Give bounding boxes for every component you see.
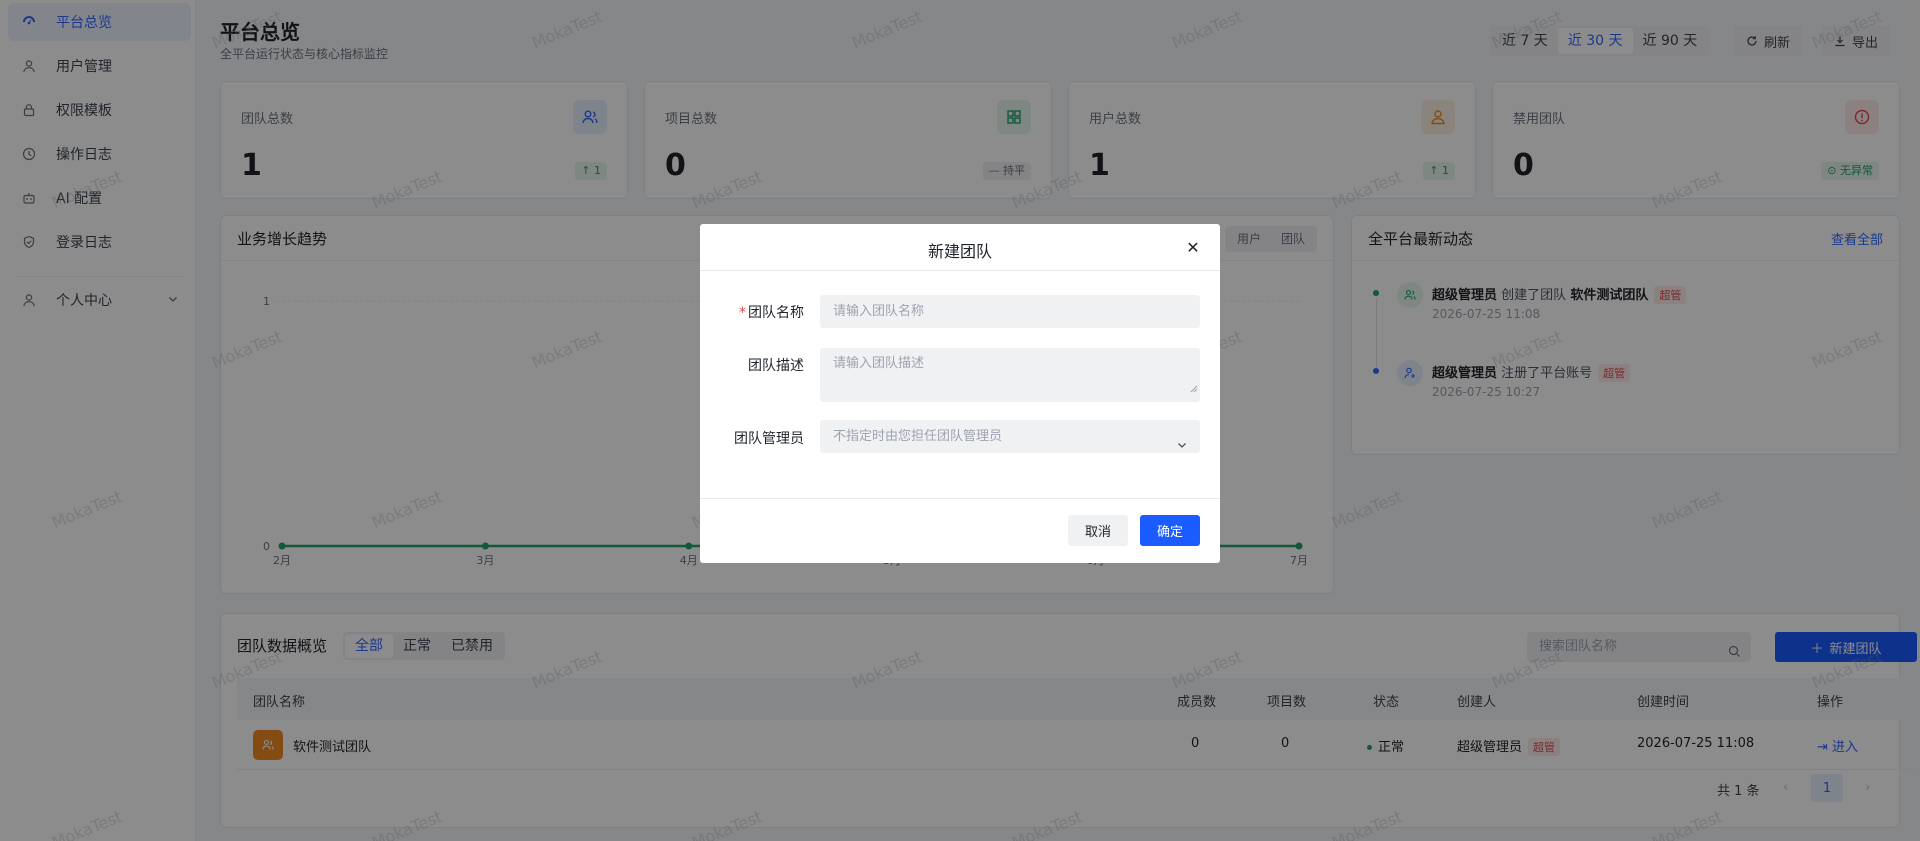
- new-team-dialog: 新建团队 ✕ * 团队名称 请输入团队名称 团队描述 请输入团队描述 团队管理员 …: [700, 224, 1220, 563]
- label-text: 团队名称: [748, 305, 804, 321]
- dialog-title: 新建团队: [927, 242, 992, 261]
- team-description-textarea[interactable]: 请输入团队描述: [820, 348, 1200, 402]
- divider: [700, 270, 1220, 271]
- team-admin-label: 团队管理员: [734, 431, 804, 447]
- team-admin-select[interactable]: 不指定时由您担任团队管理员: [820, 420, 1200, 453]
- chevron-down-icon: [1176, 431, 1188, 464]
- team-name-input[interactable]: 请输入团队名称: [820, 295, 1200, 328]
- required-mark: *: [739, 305, 746, 321]
- team-description-label: 团队描述: [748, 358, 804, 374]
- select-placeholder: 不指定时由您担任团队管理员: [833, 429, 1003, 444]
- confirm-button[interactable]: 确定: [1140, 515, 1200, 546]
- cancel-button[interactable]: 取消: [1068, 515, 1128, 546]
- close-icon[interactable]: ✕: [1184, 238, 1202, 257]
- input-placeholder: 请输入团队描述: [833, 356, 925, 371]
- resize-handle-icon[interactable]: [1190, 380, 1198, 400]
- input-placeholder: 请输入团队名称: [833, 304, 925, 319]
- divider: [700, 498, 1220, 499]
- team-name-label: * 团队名称: [739, 302, 804, 322]
